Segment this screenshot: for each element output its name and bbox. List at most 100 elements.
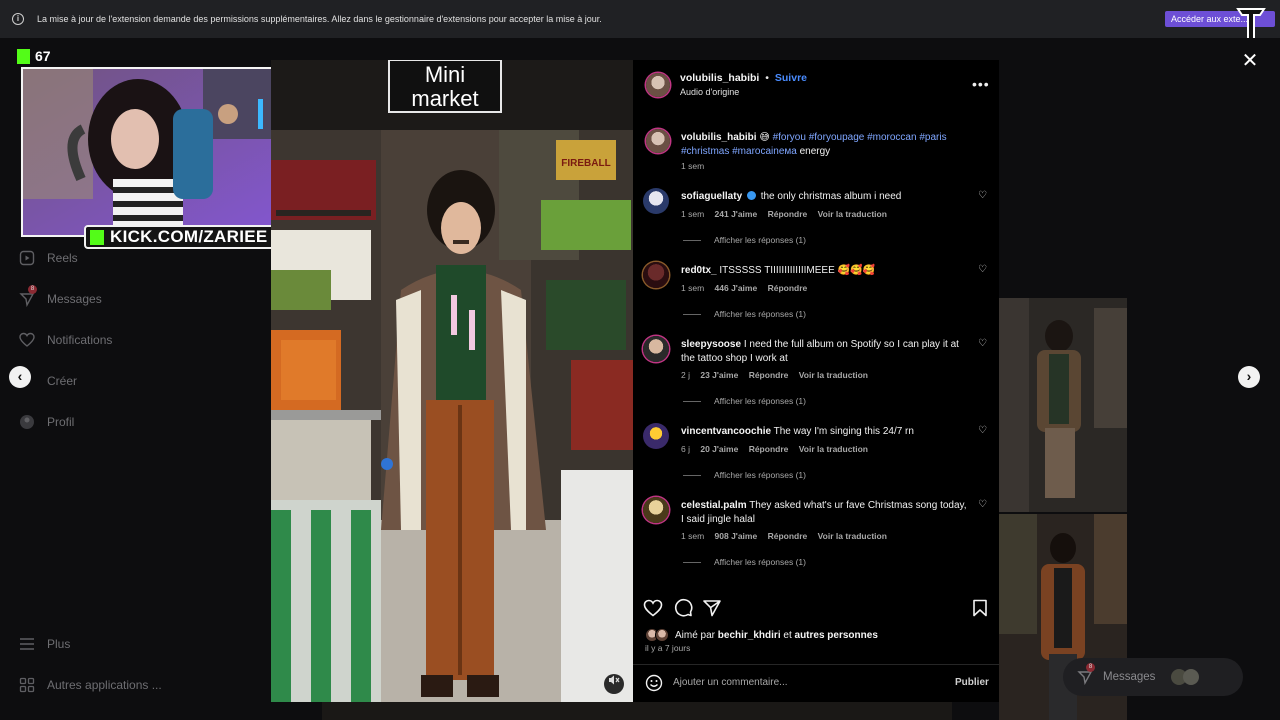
translate-button[interactable]: Voir la traduction <box>799 444 868 454</box>
comment-likes[interactable]: 23 J'aime <box>700 370 738 380</box>
post-author[interactable]: volubilis_habibi <box>680 72 759 84</box>
emoji-icon[interactable] <box>645 674 663 692</box>
mute-icon[interactable] <box>604 674 624 694</box>
comment-input[interactable]: Ajouter un commentaire... <box>673 677 788 688</box>
mini-market-sign-line2: market <box>411 86 478 111</box>
comment-author[interactable]: sofiaguellaty <box>681 191 742 202</box>
divider <box>683 313 701 315</box>
like-comment-icon[interactable]: ♡ <box>978 425 990 437</box>
menu-icon <box>18 635 36 653</box>
messages-icon: 8 <box>1077 663 1095 686</box>
sidebar-item-label: Créer <box>47 374 78 388</box>
like-comment-icon[interactable]: ♡ <box>978 338 990 350</box>
share-icon[interactable] <box>702 598 722 618</box>
comment-likes[interactable]: 20 J'aime <box>700 444 738 454</box>
like-comment-icon[interactable]: ♡ <box>978 264 990 276</box>
avatar[interactable] <box>643 423 669 449</box>
messages-badge: 8 <box>28 285 37 294</box>
follow-button[interactable]: Suivre <box>775 72 807 84</box>
banner-message: La mise à jour de l'extension demande de… <box>37 14 602 24</box>
reply-button[interactable]: Répondre <box>749 444 789 454</box>
like-comment-icon[interactable]: ♡ <box>978 499 990 511</box>
sidebar-item-reels[interactable]: Reels <box>18 249 78 267</box>
reply-button[interactable]: Répondre <box>749 370 789 380</box>
comment-likes[interactable]: 446 J'aime <box>715 283 758 293</box>
comment-likes[interactable]: 241 J'aime <box>715 209 758 219</box>
sidebar-item-messages[interactable]: 8 Messages <box>18 285 102 308</box>
view-replies-button[interactable]: Afficher les réponses (1) <box>683 470 806 480</box>
messages-icon: 8 <box>18 285 37 308</box>
comment-author[interactable]: sleepysoose <box>681 339 741 350</box>
view-replies-label: Afficher les réponses (1) <box>714 470 806 480</box>
caption-author[interactable]: volubilis_habibi <box>681 132 757 143</box>
likes-user[interactable]: bechir_khdiri <box>718 630 781 641</box>
likes-others[interactable]: autres personnes <box>795 630 878 641</box>
comment-text: ITSSSSS TIIIIIIIIIIIIIMEEE 🥰🥰🥰 <box>719 265 875 276</box>
comment-text: The way I'm singing this 24/7 rn <box>773 426 914 437</box>
post-side-panel: volubilis_habibi • Suivre Audio d'origin… <box>633 60 999 702</box>
fireball-crate-label: FIREBALL <box>561 158 610 169</box>
avatar[interactable] <box>643 336 669 362</box>
kick-logo-icon <box>90 229 104 245</box>
translate-button[interactable]: Voir la traduction <box>818 209 887 219</box>
divider <box>683 474 701 476</box>
bookmark-icon[interactable] <box>970 598 990 618</box>
translate-button[interactable]: Voir la traduction <box>799 370 868 380</box>
avatar[interactable] <box>643 188 669 214</box>
caption-tail: energy <box>799 146 831 157</box>
comment-time: 1 sem <box>681 531 705 541</box>
likes-prefix: Aimé par <box>675 629 716 641</box>
translate-button[interactable]: Voir la traduction <box>818 531 887 541</box>
more-options-icon[interactable]: ••• <box>972 76 990 92</box>
close-icon[interactable]: ✕ <box>1241 51 1259 71</box>
messages-pill-label: Messages <box>1103 671 1156 683</box>
view-replies-label: Afficher les réponses (1) <box>714 309 806 319</box>
sidebar-item-other-apps[interactable]: Autres applications ... <box>18 676 162 694</box>
comment-likes[interactable]: 908 J'aime <box>715 531 758 541</box>
view-replies-button[interactable]: Afficher les réponses (1) <box>683 396 806 406</box>
reply-button[interactable]: Répondre <box>768 531 808 541</box>
view-replies-button[interactable]: Afficher les réponses (1) <box>683 557 806 567</box>
profile-icon <box>18 413 36 431</box>
publish-button[interactable]: Publier <box>955 677 989 688</box>
next-post-button[interactable]: › <box>1238 366 1260 388</box>
likes-and: et <box>783 629 792 641</box>
likes-summary[interactable]: Aimé par bechir_khdiri et autres personn… <box>645 628 878 642</box>
caption-time: 1 sem <box>681 161 705 171</box>
sidebar-item-label: Profil <box>47 415 75 429</box>
like-comment-icon[interactable]: ♡ <box>978 190 990 202</box>
avatar[interactable] <box>646 73 670 97</box>
viewer-count-value: 67 <box>35 48 51 64</box>
grid-thumbnail[interactable] <box>999 298 1127 512</box>
apps-icon <box>18 676 36 694</box>
comment-author[interactable]: vincentvancoochie <box>681 426 771 437</box>
verified-icon <box>746 191 756 200</box>
comment-time: 2 j <box>681 370 690 380</box>
comment-time: 1 sem <box>681 209 705 219</box>
reply-button[interactable]: Répondre <box>768 283 808 293</box>
audio-link[interactable]: Audio d'origine <box>680 87 807 97</box>
info-icon: i <box>12 13 24 25</box>
post-header: volubilis_habibi • Suivre Audio d'origin… <box>680 72 807 97</box>
avatar[interactable] <box>643 497 669 523</box>
avatar[interactable] <box>643 262 669 288</box>
comment-author[interactable]: celestial.palm <box>681 500 747 511</box>
comment-author[interactable]: red0tx_ <box>681 265 717 276</box>
sidebar-item-more[interactable]: Plus <box>18 635 70 653</box>
messages-pill[interactable]: 8 Messages <box>1063 658 1243 696</box>
view-replies-button[interactable]: Afficher les réponses (1) <box>683 309 806 319</box>
divider <box>683 400 701 402</box>
sidebar-item-label: Notifications <box>47 333 113 347</box>
post-video[interactable]: Mini market FIREBALL <box>271 60 633 702</box>
previous-post-button[interactable]: ‹ <box>9 366 31 388</box>
view-replies-button[interactable]: Afficher les réponses (1) <box>683 235 806 245</box>
divider <box>683 239 701 241</box>
comment-icon[interactable] <box>673 598 693 618</box>
sidebar-item-profile[interactable]: Profil <box>18 413 74 431</box>
comment-time: 6 j <box>681 444 690 454</box>
avatar[interactable] <box>646 129 670 153</box>
like-icon[interactable] <box>643 598 663 618</box>
channel-label-text: KICK.COM/ZARIEE <box>110 227 268 246</box>
sidebar-item-notifications[interactable]: Notifications <box>18 331 112 349</box>
reply-button[interactable]: Répondre <box>768 209 808 219</box>
